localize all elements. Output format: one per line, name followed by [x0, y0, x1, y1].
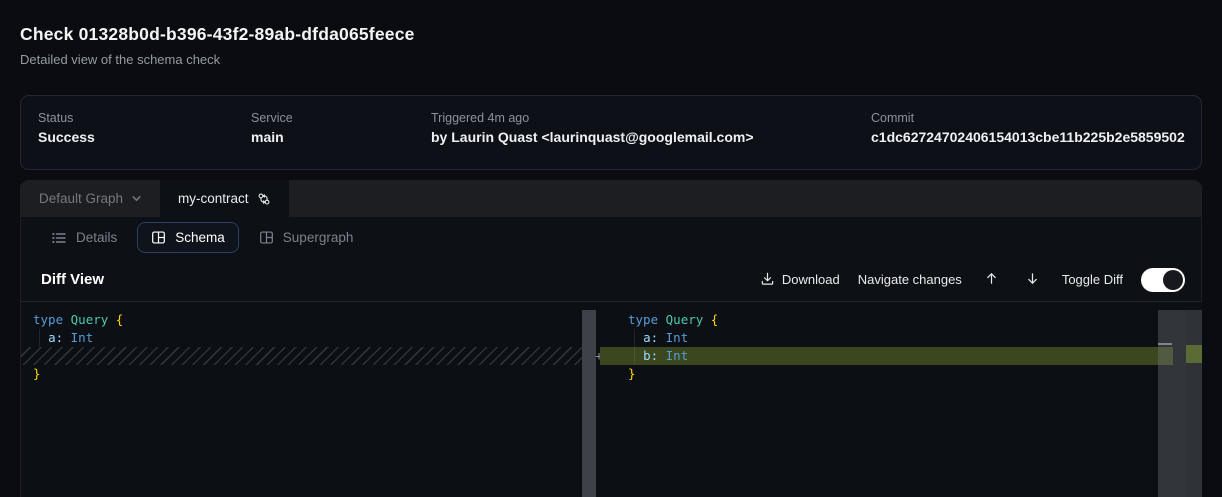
next-change-button[interactable] — [1021, 271, 1044, 289]
diff-filler-line — [21, 347, 582, 365]
download-label: Download — [782, 272, 840, 287]
summary-field-service: Service main — [251, 111, 293, 145]
diff-toolbar: Diff View Download Navigate changes Togg… — [21, 258, 1201, 302]
columns-icon — [259, 230, 274, 245]
page-header: Check 01328b0d-b396-43f2-89ab-dfda065fee… — [20, 24, 415, 67]
code-line: type Query { — [21, 311, 582, 329]
summary-field-triggered: Triggered 4m ago by Laurin Quast <laurinq… — [431, 111, 754, 145]
code-line: a: Int — [21, 329, 582, 347]
diff-view-title: Diff View — [41, 271, 104, 288]
field-value: by Laurin Quast <laurinquast@googlemail.… — [431, 129, 754, 145]
added-change-marker — [1186, 345, 1202, 363]
tab-label: Details — [76, 230, 117, 245]
graph-tab-default-graph[interactable]: Default Graph — [21, 180, 160, 217]
field-label: Status — [38, 111, 95, 125]
download-button[interactable]: Download — [760, 271, 840, 289]
view-tab-strip: Details Schema Supergraph — [21, 217, 1201, 258]
toggle-diff-switch[interactable] — [1141, 268, 1185, 292]
summary-field-commit: Commit c1dc62724702406154013cbe11b225b2e5… — [871, 111, 1185, 145]
field-value: Success — [38, 129, 95, 145]
download-icon — [760, 271, 775, 289]
graph-tab-label: my-contract — [178, 191, 249, 206]
diff-pane-original[interactable]: type Query { a: Int} — [21, 311, 582, 383]
arrow-up-icon — [984, 271, 999, 289]
check-panel: Default Graph my-contract Details Schema Su… — [20, 180, 1202, 497]
code-line: a: Int — [600, 329, 1173, 347]
indent-guide — [39, 329, 40, 347]
field-label: Service — [251, 111, 293, 125]
indent-guide — [634, 329, 635, 365]
field-value: c1dc62724702406154013cbe11b225b2e5859502 — [871, 129, 1185, 145]
added-code-line: b: Int — [600, 347, 1173, 365]
graph-tab-strip: Default Graph my-contract — [21, 180, 1201, 217]
graph-tab-my-contract[interactable]: my-contract — [160, 180, 289, 217]
field-value: main — [251, 129, 293, 145]
diff-tools: Download Navigate changes Toggle Diff — [760, 268, 1185, 292]
tab-label: Schema — [175, 230, 225, 245]
code-line: type Query { — [600, 311, 1173, 329]
code-line: } — [600, 365, 1173, 383]
git-compare-icon — [257, 192, 271, 206]
switch-knob — [1163, 270, 1183, 290]
schema-diff-editor[interactable]: type Query { a: Int} + type Query { a: I… — [21, 302, 1202, 497]
columns-icon — [151, 230, 166, 245]
left-editor-scrollbar[interactable] — [582, 310, 596, 497]
list-icon — [51, 230, 67, 246]
toggle-diff-label: Toggle Diff — [1062, 272, 1123, 287]
graph-tab-label: Default Graph — [39, 191, 123, 206]
diff-pane-modified[interactable]: type Query { a: Int b: Int} — [600, 311, 1173, 383]
page-title: Check 01328b0d-b396-43f2-89ab-dfda065fee… — [20, 24, 415, 45]
navigate-changes-label: Navigate changes — [858, 272, 962, 287]
field-label: Commit — [871, 111, 1185, 125]
page-subtitle: Detailed view of the schema check — [20, 52, 415, 67]
tab-supergraph[interactable]: Supergraph — [245, 222, 368, 253]
tab-details[interactable]: Details — [37, 222, 131, 254]
code-line: } — [21, 365, 582, 383]
right-editor-scrollbar[interactable] — [1158, 310, 1186, 497]
field-label: Triggered 4m ago — [431, 111, 754, 125]
chevron-down-icon — [131, 193, 142, 204]
check-summary-card: Status Success Service main Triggered 4m ago… — [20, 95, 1202, 170]
tab-label: Supergraph — [283, 230, 354, 245]
overview-ruler — [1186, 310, 1202, 497]
arrow-down-icon — [1025, 271, 1040, 289]
previous-change-button[interactable] — [980, 271, 1003, 289]
summary-field-status: Status Success — [38, 111, 95, 145]
tab-schema[interactable]: Schema — [137, 222, 239, 253]
